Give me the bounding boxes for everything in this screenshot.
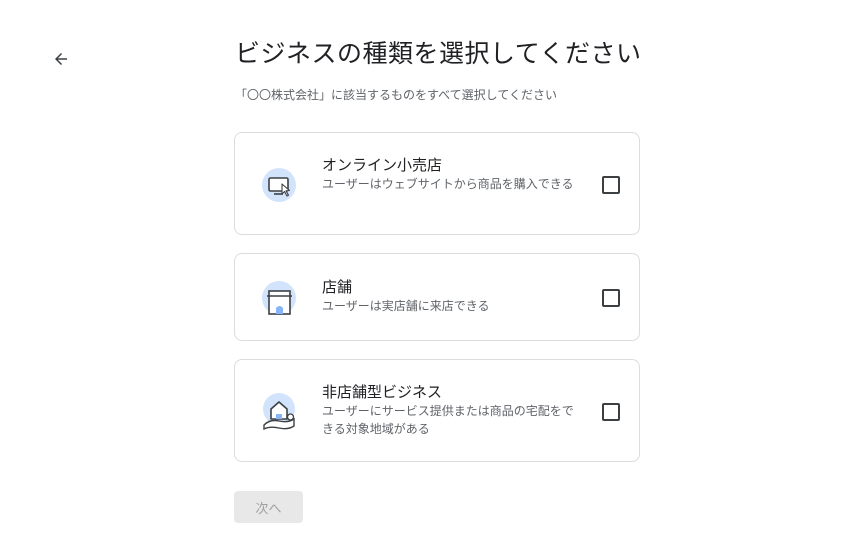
option-title: 店舗 (322, 278, 353, 296)
arrow-back-icon (55, 53, 67, 65)
option-checkbox-service-area[interactable] (602, 403, 620, 421)
online-store-icon (262, 168, 296, 202)
option-card-storefront[interactable]: 店舗 ユーザーは実店舗に来店できる (234, 253, 640, 341)
option-description: ユーザーにサービス提供または商品の宅配をできる対象地域がある (322, 404, 574, 436)
back-button[interactable] (46, 44, 76, 74)
option-card-service-area[interactable]: 非店舗型ビジネス ユーザーにサービス提供または商品の宅配をできる対象地域がある (234, 359, 640, 462)
option-description: ユーザーは実店舗に来店できる (322, 299, 490, 313)
option-title: オンライン小売店 (322, 156, 443, 174)
next-button[interactable]: 次へ (234, 491, 303, 523)
page-title: ビジネスの種類を選択してください (235, 39, 642, 68)
option-card-online-store[interactable]: オンライン小売店 ユーザーはウェブサイトから商品を購入できる (234, 132, 640, 235)
service-area-icon (263, 393, 295, 430)
page-subtitle: 「〇〇株式会社」に該当するものをすべて選択してください (235, 88, 557, 102)
option-description: ユーザーはウェブサイトから商品を購入できる (322, 177, 574, 191)
business-type-page: ビジネスの種類を選択してください 「〇〇株式会社」に該当するものをすべて選択して… (0, 0, 845, 536)
option-checkbox-online-store[interactable] (602, 176, 620, 194)
option-checkbox-storefront[interactable] (602, 289, 620, 307)
storefront-icon (262, 281, 296, 315)
option-title: 非店舗型ビジネス (322, 383, 443, 401)
